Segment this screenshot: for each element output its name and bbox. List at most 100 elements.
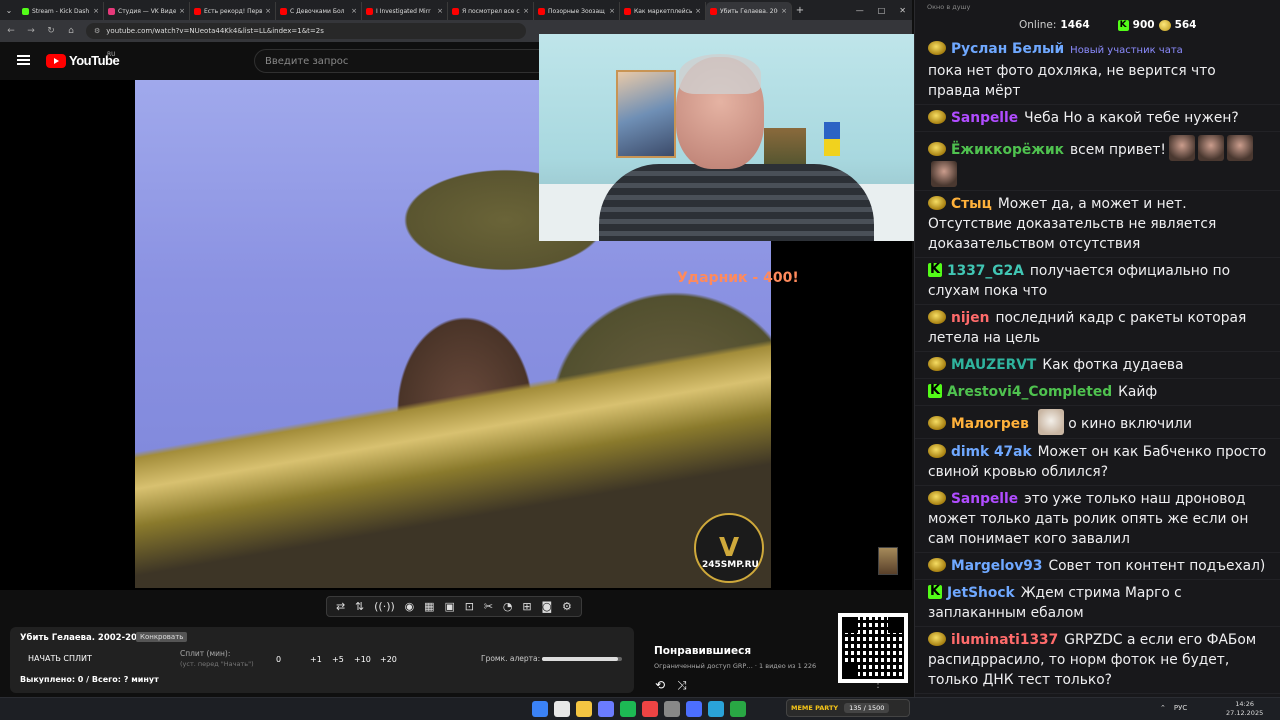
chat-username[interactable]: Стыц bbox=[951, 196, 992, 212]
alert-volume-slider[interactable] bbox=[542, 657, 622, 661]
lang-indicator[interactable]: РУС bbox=[1174, 704, 1187, 712]
browser-tab[interactable]: С Девочками Бол × bbox=[276, 2, 362, 20]
steam-icon[interactable] bbox=[664, 701, 680, 717]
chat-username[interactable]: Margelov93 bbox=[951, 558, 1042, 574]
browser-tab[interactable]: Есть рекорд! Перв × bbox=[190, 2, 276, 20]
browser-tab[interactable]: Убить Гелаева. 200 × bbox=[706, 2, 792, 20]
reload-icon[interactable]: ↻ bbox=[46, 26, 56, 36]
explorer-icon[interactable] bbox=[576, 701, 592, 717]
broadcast-icon[interactable]: ((·)) bbox=[374, 600, 395, 613]
browser-tab[interactable]: Я посмотрел все с × bbox=[448, 2, 534, 20]
meme-party-label: MEME PARTY bbox=[791, 704, 839, 712]
chat-username[interactable]: dimk 47ak bbox=[951, 444, 1032, 460]
watermark-text: 245SMP.RU bbox=[702, 560, 759, 570]
browser-tab[interactable]: I Investigated Mirr × bbox=[362, 2, 448, 20]
split-value[interactable]: 0 bbox=[276, 655, 281, 664]
tab-close-icon[interactable]: × bbox=[781, 7, 787, 15]
meme-party-widget[interactable]: MEME PARTY 135 / 1500 bbox=[786, 699, 910, 717]
back-icon[interactable]: ← bbox=[6, 26, 16, 36]
app-icon[interactable] bbox=[730, 701, 746, 717]
minimize-icon[interactable]: — bbox=[856, 6, 864, 15]
tab-close-icon[interactable]: × bbox=[265, 7, 271, 15]
search-input[interactable]: Введите запрос bbox=[254, 49, 544, 73]
add-1-button[interactable]: +1 bbox=[310, 655, 322, 664]
start-icon[interactable] bbox=[532, 701, 548, 717]
chat-username[interactable]: Sanpelle bbox=[951, 491, 1018, 507]
speed-icon[interactable]: ◔ bbox=[503, 600, 513, 613]
kick-viewers: 900 bbox=[1132, 19, 1155, 31]
eye-icon[interactable]: ◉ bbox=[405, 600, 415, 613]
chat-username[interactable]: JetShock bbox=[947, 585, 1015, 601]
chat-text: Чеба Но а какой тебе нужен? bbox=[1024, 110, 1239, 126]
loop-icon[interactable]: ⟲ bbox=[655, 678, 665, 693]
sort-icon[interactable]: ⇅ bbox=[355, 600, 364, 613]
add-5-button[interactable]: +5 bbox=[332, 655, 344, 664]
clip-icon[interactable]: ⊡ bbox=[465, 600, 474, 613]
chat-text: пока нет фото дохляка, не верится что пр… bbox=[928, 63, 1216, 99]
browser-tab[interactable]: Позорные Зоозащ × bbox=[534, 2, 620, 20]
browser-tab[interactable]: Студия — VK Видео × bbox=[104, 2, 190, 20]
tab-close-icon[interactable]: × bbox=[609, 7, 615, 15]
chat-text: всем привет! bbox=[1070, 142, 1166, 158]
media-icon[interactable] bbox=[686, 701, 702, 717]
split-hint: (уст. перед "Начать") bbox=[180, 660, 254, 668]
shuffle-icon[interactable]: ⤨ bbox=[677, 678, 687, 693]
video-enhancer-toolbar: ⇄ ⇅ ((·)) ◉ ▦ ▣ ⊡ ✂ ◔ ⊞ ◙ ⚙ bbox=[326, 596, 582, 617]
tab-close-icon[interactable]: × bbox=[695, 7, 701, 15]
system-tray: ⌃ РУС bbox=[1160, 704, 1187, 712]
clock[interactable]: 14:26 27.12.2025 bbox=[1226, 700, 1263, 718]
chat-username[interactable]: Arestovi4_Completed bbox=[947, 384, 1112, 400]
online-count: 1464 bbox=[1060, 19, 1090, 31]
discord-icon[interactable] bbox=[598, 701, 614, 717]
new-tab-button[interactable]: + bbox=[792, 5, 808, 16]
browser-tab[interactable]: Stream - Kick Dash × bbox=[18, 2, 104, 20]
spotify-icon[interactable] bbox=[620, 701, 636, 717]
chat-username[interactable]: Руслан Белый bbox=[951, 41, 1064, 57]
home-icon[interactable]: ⌂ bbox=[66, 26, 76, 36]
tab-close-icon[interactable]: × bbox=[437, 7, 443, 15]
tab-label: I Investigated Mirr bbox=[376, 7, 431, 15]
split-tag[interactable]: Конкровать bbox=[136, 632, 188, 642]
close-icon[interactable]: ✕ bbox=[899, 6, 906, 15]
browser-tab[interactable]: Как маркетплейсы × bbox=[620, 2, 706, 20]
settings-icon[interactable]: ⚙ bbox=[562, 600, 572, 613]
emote-icon bbox=[1168, 135, 1195, 161]
wall-poster bbox=[616, 70, 676, 158]
tab-close-icon[interactable]: × bbox=[179, 7, 185, 15]
screenshot-icon[interactable]: ◙ bbox=[541, 600, 552, 613]
add-20-button[interactable]: +20 bbox=[380, 655, 397, 664]
tab-label: Позорные Зоозащ bbox=[548, 7, 605, 15]
add-icon[interactable]: ⊞ bbox=[522, 600, 531, 613]
tab-close-icon[interactable]: × bbox=[523, 7, 529, 15]
chrome-icon[interactable] bbox=[554, 701, 570, 717]
tab-favicon-icon bbox=[280, 7, 287, 15]
chat-username[interactable]: MAUZERVT bbox=[951, 357, 1036, 373]
add-10-button[interactable]: +10 bbox=[354, 655, 371, 664]
url-field[interactable]: ⚙ youtube.com/watch?v=NUeota44Kk4&list=L… bbox=[86, 23, 526, 39]
chat-username[interactable]: Sanpelle bbox=[951, 110, 1018, 126]
maximize-icon[interactable]: □ bbox=[878, 6, 886, 15]
channel-thumbnail[interactable] bbox=[878, 547, 898, 575]
tab-close-icon[interactable]: × bbox=[93, 7, 99, 15]
chat-username[interactable]: nijen bbox=[951, 310, 989, 326]
forward-icon[interactable]: → bbox=[26, 26, 36, 36]
cut-icon[interactable]: ✂ bbox=[484, 600, 493, 613]
chat-username[interactable]: Малогрев bbox=[951, 416, 1029, 432]
start-split-button[interactable]: НАЧАТЬ СПЛИТ bbox=[28, 654, 92, 663]
chat-panel: Окно в душу Online: 1464 K 900 564 Руслан Б… bbox=[914, 0, 1280, 697]
tab-search-icon[interactable]: ⌄ bbox=[0, 0, 18, 20]
picture-in-picture-icon[interactable]: ▣ bbox=[444, 600, 454, 613]
telegram-icon[interactable] bbox=[708, 701, 724, 717]
site-info-icon[interactable]: ⚙ bbox=[94, 27, 100, 35]
tray-up-icon[interactable]: ⌃ bbox=[1160, 704, 1166, 712]
chat-username[interactable]: 1337_G2A bbox=[947, 263, 1024, 279]
film-icon[interactable]: ▦ bbox=[424, 600, 434, 613]
chat-username[interactable]: iluminati1337 bbox=[951, 632, 1058, 648]
coin-badge-icon bbox=[928, 558, 946, 572]
menu-icon[interactable] bbox=[17, 55, 30, 65]
playlist-title[interactable]: Понравившиеся bbox=[654, 645, 751, 657]
tab-close-icon[interactable]: × bbox=[351, 7, 357, 15]
app-icon[interactable] bbox=[642, 701, 658, 717]
repeat-icon[interactable]: ⇄ bbox=[336, 600, 345, 613]
chat-username[interactable]: Ёжиккорёжик bbox=[951, 142, 1064, 158]
